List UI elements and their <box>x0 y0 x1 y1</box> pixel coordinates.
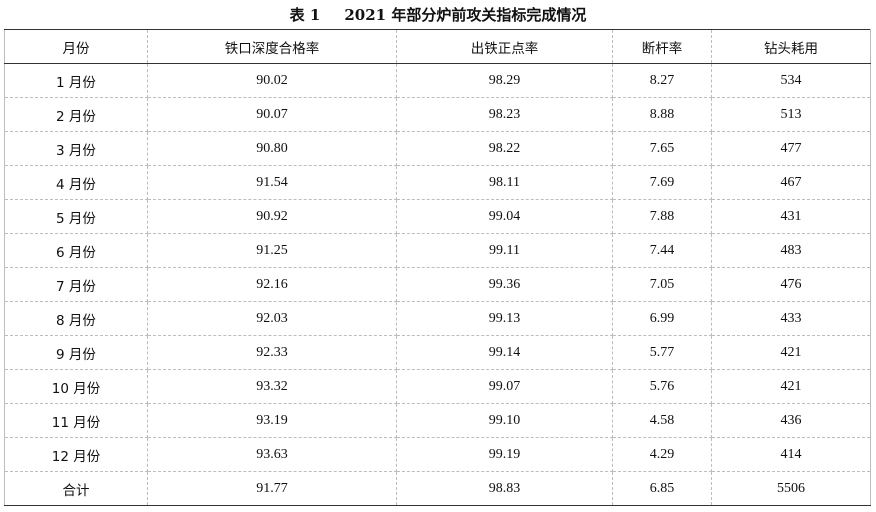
table-row: 10 月份 93.32 99.07 5.76 421 <box>4 369 871 404</box>
tapping-punctuality-cell: 99.14 <box>396 335 613 370</box>
taphole-depth-rate-cell: 92.16 <box>147 267 397 302</box>
taphole-depth-rate-cell: 90.02 <box>147 63 397 98</box>
table-row: 2 月份 90.07 98.23 8.88 513 <box>4 97 871 132</box>
tapping-punctuality-cell: 98.83 <box>396 471 613 506</box>
drill-bit-usage-cell: 534 <box>711 63 871 98</box>
table-body: 1 月份 90.02 98.29 8.27 534 2 月份 90.07 98.23 8.88 5… <box>4 63 871 506</box>
table-row: 12 月份 93.63 99.19 4.29 414 <box>4 437 871 472</box>
table-row: 8 月份 92.03 99.13 6.99 433 <box>4 301 871 336</box>
header-month: 月份 <box>4 29 148 64</box>
tapping-punctuality-cell: 99.10 <box>396 403 613 438</box>
rod-break-rate-cell: 5.76 <box>612 369 712 404</box>
tapping-punctuality-cell: 99.19 <box>396 437 613 472</box>
rod-break-rate-cell: 8.27 <box>612 63 712 98</box>
caption-label: 表 1 <box>289 6 321 24</box>
table-row: 5 月份 90.92 99.04 7.88 431 <box>4 199 871 234</box>
month-cell: 4 月份 <box>4 165 148 200</box>
month-cell: 8 月份 <box>4 301 148 336</box>
month-cell: 12 月份 <box>4 437 148 472</box>
table-row: 6 月份 91.25 99.11 7.44 483 <box>4 233 871 268</box>
month-cell: 合计 <box>4 471 148 506</box>
taphole-depth-rate-cell: 90.07 <box>147 97 397 132</box>
tapping-punctuality-cell: 99.04 <box>396 199 613 234</box>
rod-break-rate-cell: 8.88 <box>612 97 712 132</box>
taphole-depth-rate-cell: 93.32 <box>147 369 397 404</box>
rod-break-rate-cell: 7.69 <box>612 165 712 200</box>
month-cell: 6 月份 <box>4 233 148 268</box>
month-cell: 7 月份 <box>4 267 148 302</box>
month-cell: 1 月份 <box>4 63 148 98</box>
taphole-depth-rate-cell: 92.33 <box>147 335 397 370</box>
table-row: 4 月份 91.54 98.11 7.69 467 <box>4 165 871 200</box>
table-header-row: 月份 铁口深度合格率 出铁正点率 断杆率 钻头耗用 <box>4 29 871 64</box>
tapping-punctuality-cell: 99.07 <box>396 369 613 404</box>
month-cell: 10 月份 <box>4 369 148 404</box>
month-cell: 5 月份 <box>4 199 148 234</box>
drill-bit-usage-cell: 476 <box>711 267 871 302</box>
taphole-depth-rate-cell: 93.63 <box>147 437 397 472</box>
caption-title: 2021 年部分炉前攻关指标完成情况 <box>344 6 587 24</box>
rod-break-rate-cell: 7.44 <box>612 233 712 268</box>
tapping-punctuality-cell: 99.13 <box>396 301 613 336</box>
rod-break-rate-cell: 5.77 <box>612 335 712 370</box>
drill-bit-usage-cell: 5506 <box>711 471 871 506</box>
taphole-depth-rate-cell: 93.19 <box>147 403 397 438</box>
tapping-punctuality-cell: 99.11 <box>396 233 613 268</box>
header-drill-bit-usage: 钻头耗用 <box>711 29 871 64</box>
table-caption: 表 1 2021 年部分炉前攻关指标完成情况 <box>0 4 876 26</box>
drill-bit-usage-cell: 414 <box>711 437 871 472</box>
table-row: 1 月份 90.02 98.29 8.27 534 <box>4 63 871 98</box>
taphole-depth-rate-cell: 92.03 <box>147 301 397 336</box>
rod-break-rate-cell: 7.65 <box>612 131 712 166</box>
drill-bit-usage-cell: 421 <box>711 335 871 370</box>
taphole-depth-rate-cell: 91.54 <box>147 165 397 200</box>
table-row: 11 月份 93.19 99.10 4.58 436 <box>4 403 871 438</box>
drill-bit-usage-cell: 431 <box>711 199 871 234</box>
header-rod-break-rate: 断杆率 <box>612 29 712 64</box>
drill-bit-usage-cell: 483 <box>711 233 871 268</box>
rod-break-rate-cell: 7.88 <box>612 199 712 234</box>
drill-bit-usage-cell: 421 <box>711 369 871 404</box>
header-taphole-depth-rate: 铁口深度合格率 <box>147 29 397 64</box>
taphole-depth-rate-cell: 90.80 <box>147 131 397 166</box>
drill-bit-usage-cell: 433 <box>711 301 871 336</box>
table-total-row: 合计 91.77 98.83 6.85 5506 <box>4 471 871 506</box>
drill-bit-usage-cell: 467 <box>711 165 871 200</box>
rod-break-rate-cell: 4.29 <box>612 437 712 472</box>
month-cell: 3 月份 <box>4 131 148 166</box>
tapping-punctuality-cell: 98.23 <box>396 97 613 132</box>
drill-bit-usage-cell: 513 <box>711 97 871 132</box>
month-cell: 9 月份 <box>4 335 148 370</box>
table-row: 9 月份 92.33 99.14 5.77 421 <box>4 335 871 370</box>
month-cell: 2 月份 <box>4 97 148 132</box>
table-row: 3 月份 90.80 98.22 7.65 477 <box>4 131 871 166</box>
table-row: 7 月份 92.16 99.36 7.05 476 <box>4 267 871 302</box>
month-cell: 11 月份 <box>4 403 148 438</box>
rod-break-rate-cell: 6.99 <box>612 301 712 336</box>
taphole-depth-rate-cell: 90.92 <box>147 199 397 234</box>
rod-break-rate-cell: 6.85 <box>612 471 712 506</box>
drill-bit-usage-cell: 477 <box>711 131 871 166</box>
rod-break-rate-cell: 4.58 <box>612 403 712 438</box>
rod-break-rate-cell: 7.05 <box>612 267 712 302</box>
tapping-punctuality-cell: 98.22 <box>396 131 613 166</box>
header-tapping-punctuality: 出铁正点率 <box>396 29 613 64</box>
tapping-punctuality-cell: 99.36 <box>396 267 613 302</box>
taphole-depth-rate-cell: 91.25 <box>147 233 397 268</box>
tapping-punctuality-cell: 98.11 <box>396 165 613 200</box>
taphole-depth-rate-cell: 91.77 <box>147 471 397 506</box>
indicator-table: 月份 铁口深度合格率 出铁正点率 断杆率 钻头耗用 1 月份 90.02 98.29… <box>4 29 871 506</box>
tapping-punctuality-cell: 98.29 <box>396 63 613 98</box>
drill-bit-usage-cell: 436 <box>711 403 871 438</box>
